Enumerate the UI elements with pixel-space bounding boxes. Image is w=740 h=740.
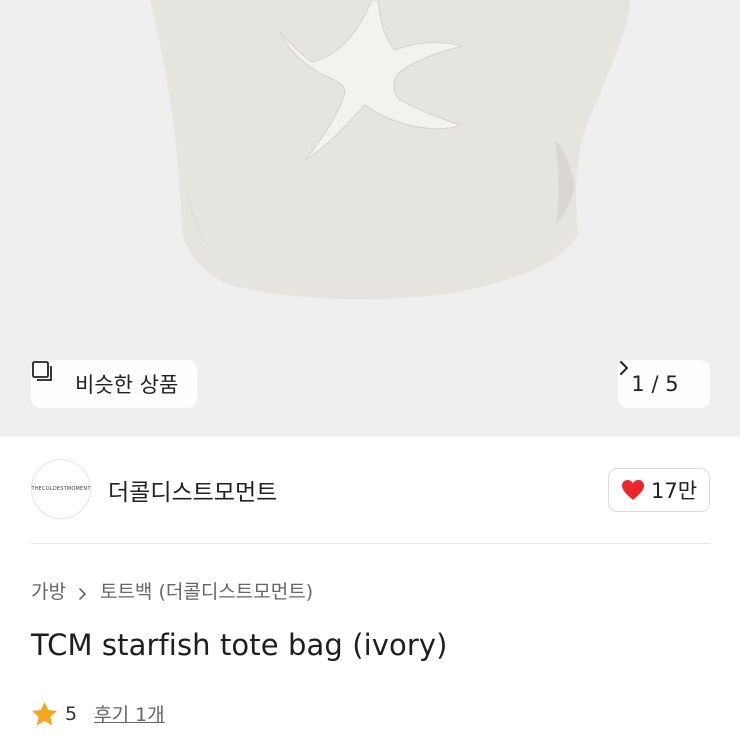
- similar-products-label: 비슷한 상품: [75, 373, 179, 397]
- image-counter: 1 / 5: [631, 372, 679, 396]
- breadcrumb-subcategory[interactable]: 토트백 (더콜디스트모먼트): [100, 577, 313, 604]
- image-counter-button[interactable]: 1 / 5: [618, 360, 710, 408]
- product-image-gallery[interactable]: 비슷한 상품 1 / 5: [0, 0, 740, 437]
- shop-name[interactable]: 더콜디스트모먼트: [108, 473, 277, 507]
- rating-row: 5 후기 1개: [31, 700, 165, 727]
- rating-value: 5: [65, 702, 78, 725]
- heart-icon: [621, 479, 645, 501]
- breadcrumb: 가방 토트백 (더콜디스트모먼트): [31, 577, 313, 604]
- divider: [31, 543, 710, 544]
- shop-info-row: THECOLDESTMOMENT 더콜디스트모먼트 17만: [0, 437, 740, 543]
- product-title: TCM starfish tote bag (ivory): [31, 628, 448, 662]
- similar-products-button[interactable]: 비슷한 상품: [31, 360, 197, 408]
- star-icon: [31, 701, 58, 727]
- breadcrumb-category[interactable]: 가방: [31, 577, 66, 604]
- chevron-right-icon: [78, 584, 88, 600]
- similar-products-icon: [32, 361, 67, 395]
- review-link[interactable]: 후기 1개: [94, 700, 165, 727]
- like-count: 17만: [650, 479, 698, 503]
- shop-avatar[interactable]: THECOLDESTMOMENT: [31, 459, 91, 519]
- chevron-right-icon: [620, 361, 697, 392]
- shop-logo-text: THECOLDESTMOMENT: [31, 486, 91, 492]
- like-button[interactable]: 17만: [608, 468, 710, 512]
